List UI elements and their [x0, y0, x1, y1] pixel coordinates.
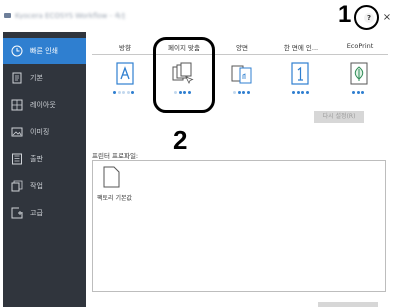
- document-icon: [12, 72, 22, 84]
- dialog-action-button[interactable]: [318, 302, 378, 307]
- image-icon: [11, 127, 23, 137]
- sidebar-item-imaging[interactable]: 이미징: [3, 119, 86, 145]
- publishing-icon: [12, 153, 22, 165]
- sidebar-item-label: 고급: [30, 209, 43, 217]
- tab-duplex-label[interactable]: 양면: [212, 42, 272, 52]
- ecoprint-level-dots: [352, 91, 376, 95]
- callout-number-1: 1: [338, 1, 352, 28]
- layout-grid-icon: [11, 99, 23, 111]
- reset-button[interactable]: 다시 설정(R): [314, 111, 364, 123]
- window-title: Kyocera ECOSYS Workflow - 속성: [15, 12, 125, 19]
- close-button[interactable]: ×: [381, 11, 393, 25]
- pages-per-sheet-icon[interactable]: [289, 62, 311, 86]
- profile-item-factory-default[interactable]: 팩토리 기본값: [97, 166, 132, 206]
- sidebar-item-job[interactable]: 작업: [3, 173, 86, 199]
- sidebar-item-layout[interactable]: 레이아웃: [3, 92, 86, 118]
- duplex-level-dots: [233, 91, 257, 95]
- sidebar-item-label: 빠른 인쇄: [30, 47, 58, 55]
- callout-number-2: 2: [173, 125, 188, 155]
- pages-per-sheet-level-dots: [292, 91, 316, 95]
- sidebar-item-label: 레이아웃: [30, 101, 56, 109]
- sidebar-item-quick-print[interactable]: 빠른 인쇄: [3, 38, 86, 64]
- profile-item-label: 팩토리 기본값: [97, 195, 133, 202]
- sidebar-item-advanced[interactable]: 고급: [3, 200, 86, 226]
- page-fit-callout-box: [153, 37, 215, 113]
- sidebar: 빠른 인쇄 기본 레이아웃 이미징 출판 작업 고급: [3, 32, 86, 307]
- sidebar-item-publishing[interactable]: 출판: [3, 146, 86, 172]
- help-callout-ring: [354, 5, 379, 30]
- printer-app-icon: [4, 13, 11, 18]
- tab-orientation-label[interactable]: 방향: [95, 42, 155, 52]
- sidebar-item-label: 작업: [30, 182, 43, 190]
- duplex-icon[interactable]: [231, 62, 253, 86]
- main-panel: 방향 페이지 맞춤 양면 한 면에 인... EcoPrint 2 다시 설정(…: [86, 32, 393, 307]
- sidebar-item-label: 출판: [30, 155, 43, 163]
- tab-divider: [92, 54, 388, 55]
- orientation-level-dots: [113, 91, 137, 95]
- orientation-icon[interactable]: [114, 62, 136, 86]
- blank-document-icon: [103, 166, 120, 188]
- ecoprint-icon[interactable]: [348, 62, 370, 86]
- sidebar-item-basic[interactable]: 기본: [3, 65, 86, 91]
- title-bar: Kyocera ECOSYS Workflow - 속성 ? 1 ×: [0, 0, 393, 32]
- advanced-icon: [11, 207, 23, 219]
- sidebar-item-label: 기본: [30, 74, 43, 82]
- profile-list: 팩토리 기본값: [92, 160, 386, 292]
- clock-icon: [11, 45, 23, 57]
- sidebar-item-label: 이미징: [30, 128, 50, 136]
- job-icon: [11, 180, 23, 192]
- profile-label: 프린터 프로파일:: [92, 152, 139, 160]
- tab-ecoprint-label[interactable]: EcoPrint: [330, 42, 390, 50]
- tab-pages-per-sheet-label[interactable]: 한 면에 인...: [271, 42, 331, 52]
